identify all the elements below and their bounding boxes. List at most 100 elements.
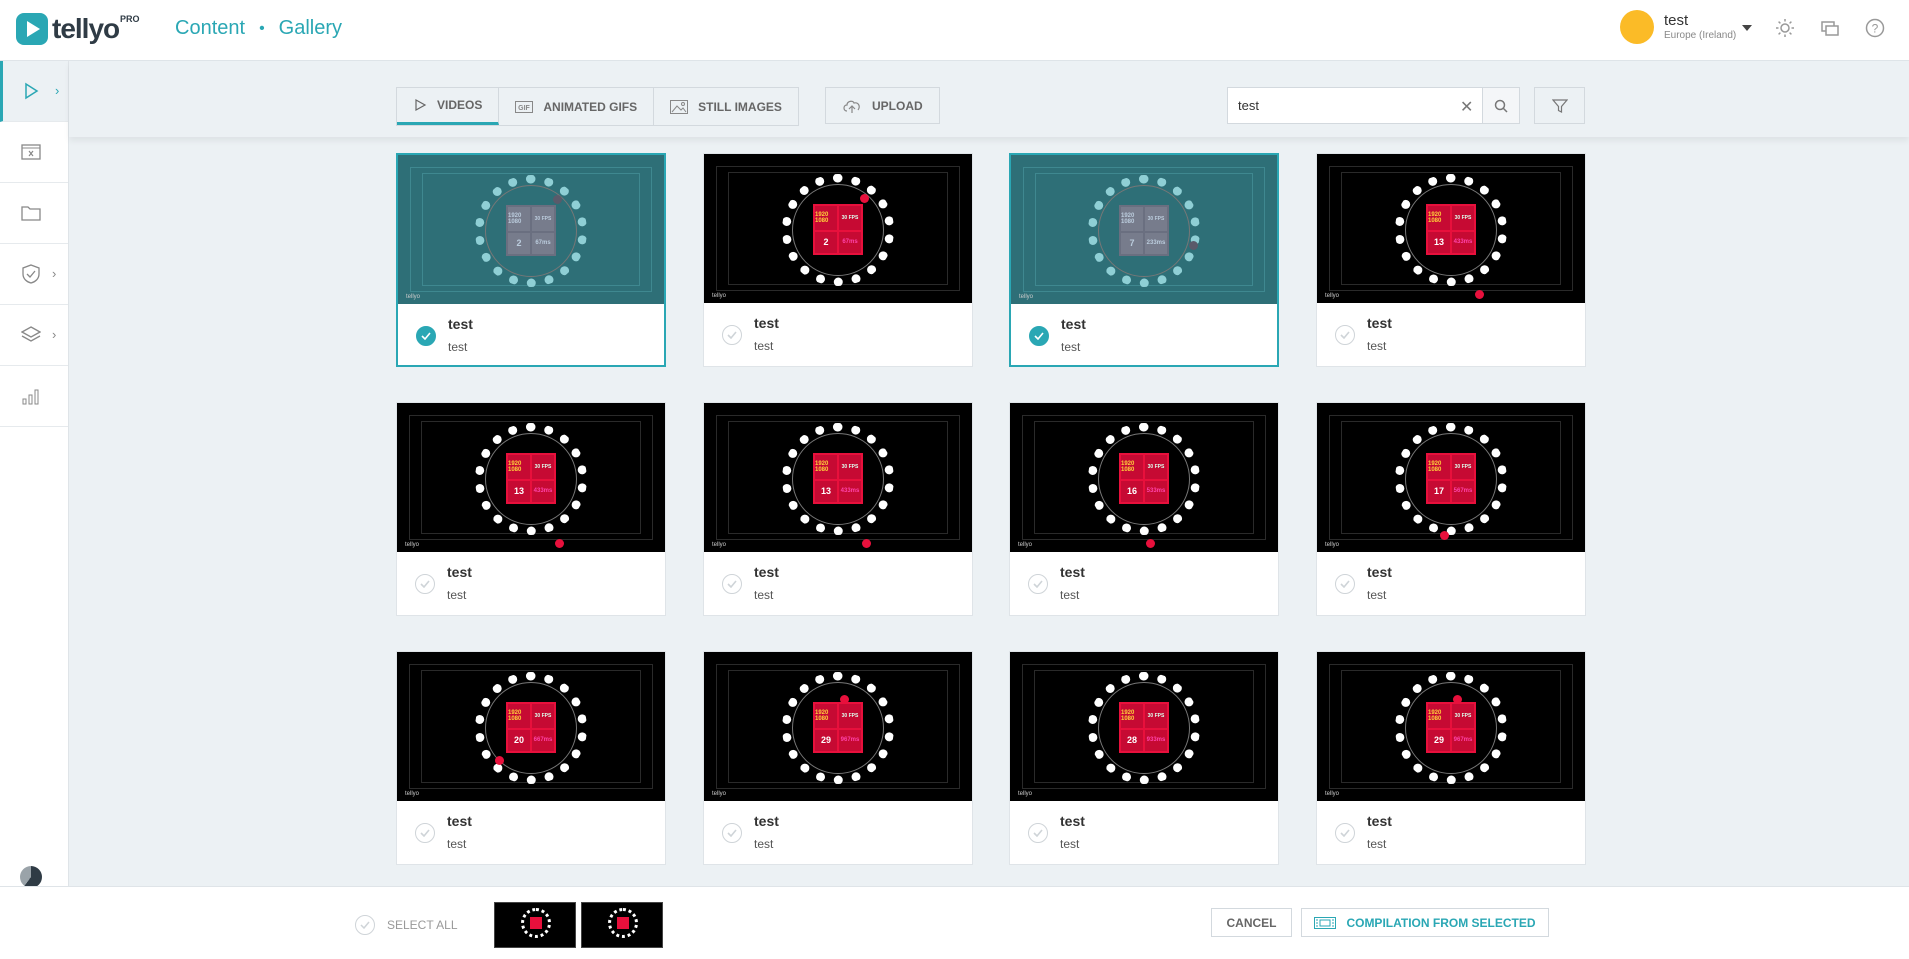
media-card[interactable]: 1920 1080 30 FPS 28 933ms tellyo test test xyxy=(1009,651,1279,865)
svg-text:?: ? xyxy=(1872,22,1879,36)
caret-down-icon[interactable] xyxy=(1742,25,1752,31)
tab-animated-gifs-label: ANIMATED GIFS xyxy=(543,99,638,114)
search-button[interactable] xyxy=(1482,88,1519,123)
folder-icon xyxy=(20,202,42,224)
select-checkbox[interactable] xyxy=(1028,574,1048,594)
user-name: test xyxy=(1664,12,1689,29)
checkmark-icon xyxy=(1033,829,1043,837)
video-thumbnail[interactable]: 1920 1080 30 FPS 28 933ms tellyo xyxy=(1010,652,1278,801)
chevron-right-icon: › xyxy=(55,83,60,98)
select-checkbox[interactable] xyxy=(416,326,436,346)
card-title: test xyxy=(1061,316,1086,332)
select-checkbox[interactable] xyxy=(415,823,435,843)
video-thumbnail[interactable]: 1920 1080 30 FPS 2 67ms tellyo xyxy=(704,154,972,303)
card-meta: test test xyxy=(1010,552,1278,617)
chat-windows-icon[interactable] xyxy=(1819,18,1841,40)
tab-animated-gifs[interactable]: GIF ANIMATED GIFS xyxy=(499,88,655,125)
selected-thumbnail[interactable] xyxy=(581,902,663,948)
video-thumbnail[interactable]: 1920 1080 30 FPS 13 433ms tellyo xyxy=(704,403,972,552)
card-meta: test test xyxy=(704,552,972,617)
video-thumbnail[interactable]: 1920 1080 30 FPS 16 533ms tellyo xyxy=(1010,403,1278,552)
select-checkbox[interactable] xyxy=(722,823,742,843)
video-thumbnail[interactable]: 1920 1080 30 FPS 17 567ms tellyo xyxy=(1317,403,1585,552)
select-checkbox[interactable] xyxy=(1335,574,1355,594)
sidebar-item-clipper[interactable] xyxy=(0,122,68,183)
video-thumbnail[interactable]: 1920 1080 30 FPS 7 233ms tellyo xyxy=(1011,155,1277,304)
card-title: test xyxy=(1367,564,1392,580)
filter-button[interactable] xyxy=(1534,87,1585,124)
tellyo-logo[interactable]: tellyo PRO xyxy=(16,12,140,46)
media-card[interactable]: 1920 1080 30 FPS 13 433ms tellyo test test xyxy=(703,402,973,616)
progress-dot xyxy=(1146,539,1155,548)
select-checkbox[interactable] xyxy=(1028,823,1048,843)
sidebar-item-layers[interactable]: › xyxy=(0,305,68,366)
help-icon[interactable]: ? xyxy=(1864,18,1886,40)
select-checkbox[interactable] xyxy=(722,325,742,345)
compilation-label: COMPILATION FROM SELECTED xyxy=(1346,915,1536,930)
thumbnail-watermark: tellyo xyxy=(1325,542,1340,548)
compilation-from-selected-button[interactable]: COMPILATION FROM SELECTED xyxy=(1301,908,1549,937)
thumbnail-watermark: tellyo xyxy=(406,294,421,300)
media-card[interactable]: 1920 1080 30 FPS 29 967ms tellyo test test xyxy=(703,651,973,865)
top-bar: tellyo PRO Content • Gallery test Europe… xyxy=(0,0,1909,61)
card-title: test xyxy=(754,813,779,829)
progress-dot xyxy=(553,195,562,204)
select-checkbox[interactable] xyxy=(415,574,435,594)
card-meta: test test xyxy=(704,801,972,866)
search-input[interactable] xyxy=(1228,97,1448,114)
tab-videos[interactable]: VIDEOS xyxy=(397,88,500,125)
theme-sun-icon[interactable] xyxy=(1774,18,1796,40)
test-pattern: 1920 1080 30 FPS 29 967ms xyxy=(813,702,863,753)
media-card[interactable]: 1920 1080 30 FPS 17 567ms tellyo test test xyxy=(1316,402,1586,616)
breadcrumb-gallery[interactable]: Gallery xyxy=(279,17,342,40)
play-outline-icon xyxy=(413,98,427,112)
media-card[interactable]: 1920 1080 30 FPS 29 967ms tellyo test test xyxy=(1316,651,1586,865)
select-checkbox[interactable] xyxy=(1335,325,1355,345)
cancel-button[interactable]: CANCEL xyxy=(1211,908,1292,937)
card-title: test xyxy=(1060,813,1085,829)
select-checkbox[interactable] xyxy=(1335,823,1355,843)
media-card[interactable]: 1920 1080 30 FPS 7 233ms tellyo test test xyxy=(1009,153,1279,367)
progress-dot xyxy=(555,539,564,548)
video-thumbnail[interactable]: 1920 1080 30 FPS 13 433ms tellyo xyxy=(1317,154,1585,303)
thumbnail-watermark: tellyo xyxy=(1325,791,1340,797)
user-menu[interactable]: test Europe (Ireland) xyxy=(1620,10,1752,44)
breadcrumb-separator: • xyxy=(259,19,265,37)
svg-text:GIF: GIF xyxy=(519,105,531,112)
toolbar: VIDEOS GIF ANIMATED GIFS STILL IMAGES UP… xyxy=(69,61,1909,137)
checkmark-icon xyxy=(420,580,430,588)
test-pattern: 1920 1080 30 FPS 7 233ms xyxy=(1119,205,1169,256)
video-thumbnail[interactable]: 1920 1080 30 FPS 2 67ms tellyo xyxy=(398,155,664,304)
select-checkbox[interactable] xyxy=(1029,326,1049,346)
sidebar-item-videos[interactable]: › xyxy=(0,61,68,122)
upload-button[interactable]: UPLOAD xyxy=(825,87,940,124)
breadcrumb: Content • Gallery xyxy=(175,17,342,40)
card-subtitle: test xyxy=(1060,588,1080,602)
select-all[interactable]: SELECT ALL xyxy=(355,915,458,935)
media-card[interactable]: 1920 1080 30 FPS 16 533ms tellyo test test xyxy=(1009,402,1279,616)
media-card[interactable]: 1920 1080 30 FPS 13 433ms tellyo test test xyxy=(396,402,666,616)
clear-icon[interactable]: ✕ xyxy=(1460,97,1473,117)
select-checkbox[interactable] xyxy=(722,574,742,594)
sidebar-item-security[interactable]: › xyxy=(0,244,68,305)
video-thumbnail[interactable]: 1920 1080 30 FPS 20 667ms tellyo xyxy=(397,652,665,801)
tab-still-images[interactable]: STILL IMAGES xyxy=(654,88,798,125)
media-card[interactable]: 1920 1080 30 FPS 13 433ms tellyo test test xyxy=(1316,153,1586,367)
test-pattern: 1920 1080 30 FPS 13 433ms xyxy=(506,453,556,504)
checkmark-icon xyxy=(421,332,431,340)
card-meta: test test xyxy=(1011,304,1277,369)
media-card[interactable]: 1920 1080 30 FPS 20 667ms tellyo test test xyxy=(396,651,666,865)
sidebar-item-folders[interactable] xyxy=(0,183,68,244)
video-thumbnail[interactable]: 1920 1080 30 FPS 13 433ms tellyo xyxy=(397,403,665,552)
card-subtitle: test xyxy=(1367,339,1387,353)
sidebar-item-analytics[interactable] xyxy=(0,366,68,427)
media-card[interactable]: 1920 1080 30 FPS 2 67ms tellyo test test xyxy=(703,153,973,367)
pro-badge: PRO xyxy=(120,14,140,24)
breadcrumb-content[interactable]: Content xyxy=(175,17,245,40)
selected-thumbnail[interactable] xyxy=(494,902,576,948)
progress-dot xyxy=(1440,531,1449,540)
video-thumbnail[interactable]: 1920 1080 30 FPS 29 967ms tellyo xyxy=(1317,652,1585,801)
storage-pie-icon[interactable] xyxy=(20,866,42,888)
media-card[interactable]: 1920 1080 30 FPS 2 67ms tellyo test test xyxy=(396,153,666,367)
video-thumbnail[interactable]: 1920 1080 30 FPS 29 967ms tellyo xyxy=(704,652,972,801)
